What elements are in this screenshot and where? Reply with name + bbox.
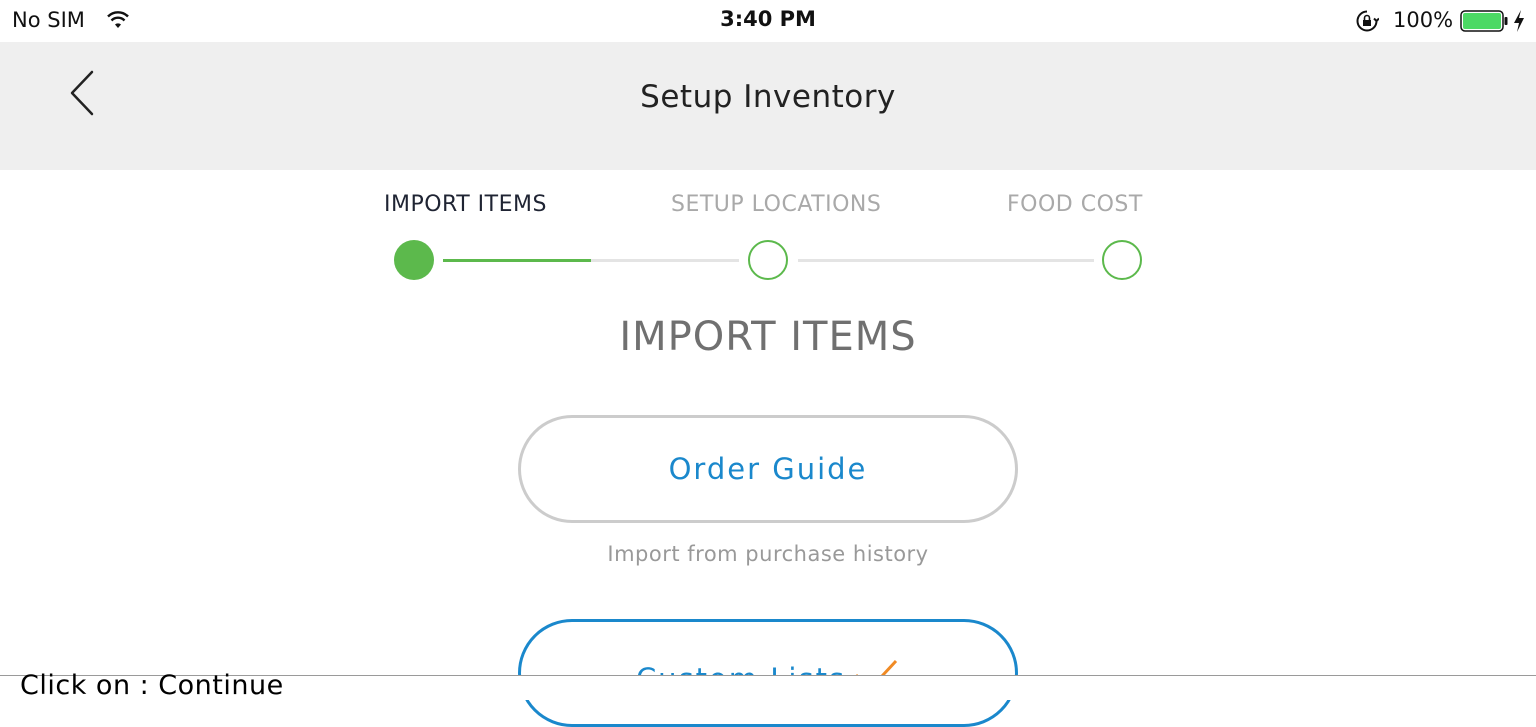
custom-lists-button[interactable]: Custom Lists <box>518 619 1018 727</box>
step-connector-1-progress <box>443 259 591 262</box>
order-guide-label: Order Guide <box>668 452 868 486</box>
section-heading: IMPORT ITEMS <box>619 314 917 360</box>
order-guide-button[interactable]: Order Guide <box>518 415 1018 523</box>
battery-percent: 100% <box>1393 8 1454 32</box>
step-dot-import-items <box>394 240 434 280</box>
instruction-bar: Click on : Continue <box>0 670 1536 701</box>
battery-icon <box>1460 10 1508 32</box>
instruction-text: Click on : Continue <box>20 670 284 701</box>
step-connector-1 <box>443 259 739 262</box>
step-label-food-cost: FOOD COST <box>1007 192 1143 217</box>
step-dot-setup-locations <box>748 240 788 280</box>
step-connector-2 <box>798 259 1094 262</box>
step-dot-food-cost <box>1102 240 1142 280</box>
order-guide-caption: Import from purchase history <box>607 542 929 566</box>
step-label-import-items: IMPORT ITEMS <box>384 192 547 217</box>
status-bar: No SIM 3:40 PM 100% <box>0 0 1536 42</box>
status-time: 3:40 PM <box>720 7 816 31</box>
page-title: Setup Inventory <box>640 79 896 115</box>
step-label-setup-locations: SETUP LOCATIONS <box>671 192 882 217</box>
charging-bolt-icon <box>1514 10 1524 32</box>
orientation-lock-icon <box>1356 10 1379 32</box>
navigation-bar: Setup Inventory <box>0 42 1536 170</box>
